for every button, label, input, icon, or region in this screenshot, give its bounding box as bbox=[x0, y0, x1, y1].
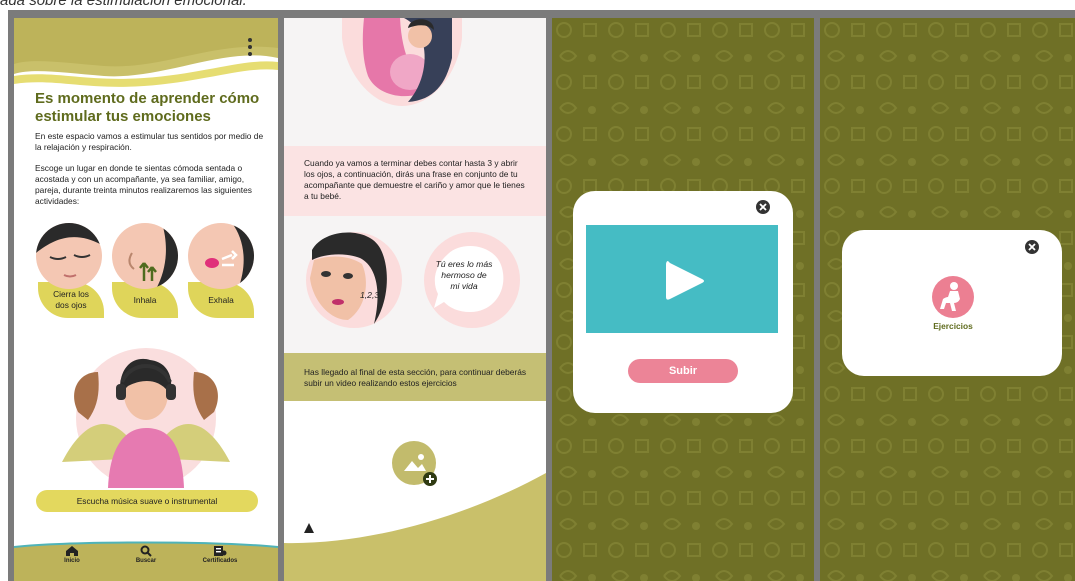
triangle-icon bbox=[304, 523, 314, 533]
play-icon[interactable] bbox=[662, 259, 706, 303]
certificate-icon bbox=[214, 546, 227, 556]
inhale-illustration bbox=[112, 223, 178, 289]
section-end-text: Has llegado al final de esta sección, pa… bbox=[304, 367, 527, 388]
screen-final-activity: Cuando ya vamos a terminar debes contar … bbox=[284, 18, 546, 581]
close-eyes-illustration bbox=[36, 223, 102, 289]
search-icon bbox=[140, 545, 152, 557]
music-tip-banner: Escucha música suave o instrumental bbox=[36, 490, 258, 512]
tab-certificados[interactable]: Certificados bbox=[190, 545, 250, 564]
intro-paragraph: En este espacio vamos a estimular tus se… bbox=[35, 131, 264, 152]
affection-quote: Tú eres lo más hermoso de mi vida bbox=[435, 259, 493, 291]
music-listening-illustration bbox=[62, 348, 230, 488]
couple-illustration bbox=[342, 18, 462, 106]
more-options-button[interactable] bbox=[246, 38, 254, 56]
screen-upload-video: Subir bbox=[552, 18, 814, 581]
instruction-text: Cuando ya vamos a terminar debes contar … bbox=[304, 158, 525, 201]
tab-inicio[interactable]: Inicio bbox=[42, 545, 102, 564]
upload-button[interactable]: Subir bbox=[628, 359, 738, 383]
close-icon[interactable] bbox=[756, 200, 770, 214]
tab-buscar[interactable]: Buscar bbox=[116, 545, 176, 564]
add-image-button[interactable] bbox=[392, 441, 440, 489]
page-title: Es momento de aprender cómo estimular tu… bbox=[35, 90, 260, 125]
counting-face-illustration bbox=[306, 232, 402, 328]
document-caption: ada sobre la estimulación emocional. bbox=[0, 0, 1075, 8]
header-wave bbox=[14, 18, 278, 90]
screen-exercises: Ejercicios bbox=[820, 18, 1075, 581]
screen-learn-emotions: Es momento de aprender cómo estimular tu… bbox=[14, 18, 278, 581]
pregnant-exercise-icon bbox=[940, 282, 960, 311]
close-icon[interactable] bbox=[1025, 240, 1039, 254]
exercises-button[interactable] bbox=[932, 276, 974, 318]
instructions-paragraph: Escoge un lugar en donde te sientas cómo… bbox=[35, 163, 252, 206]
count-text: 1,2,3 bbox=[360, 290, 380, 300]
bottom-wave bbox=[284, 473, 546, 581]
exhale-illustration bbox=[188, 223, 254, 289]
home-icon bbox=[66, 546, 78, 556]
video-player[interactable] bbox=[586, 225, 778, 333]
exercises-dialog: Ejercicios bbox=[842, 230, 1062, 376]
exercises-label: Ejercicios bbox=[933, 321, 973, 331]
video-upload-dialog: Subir bbox=[573, 191, 793, 413]
